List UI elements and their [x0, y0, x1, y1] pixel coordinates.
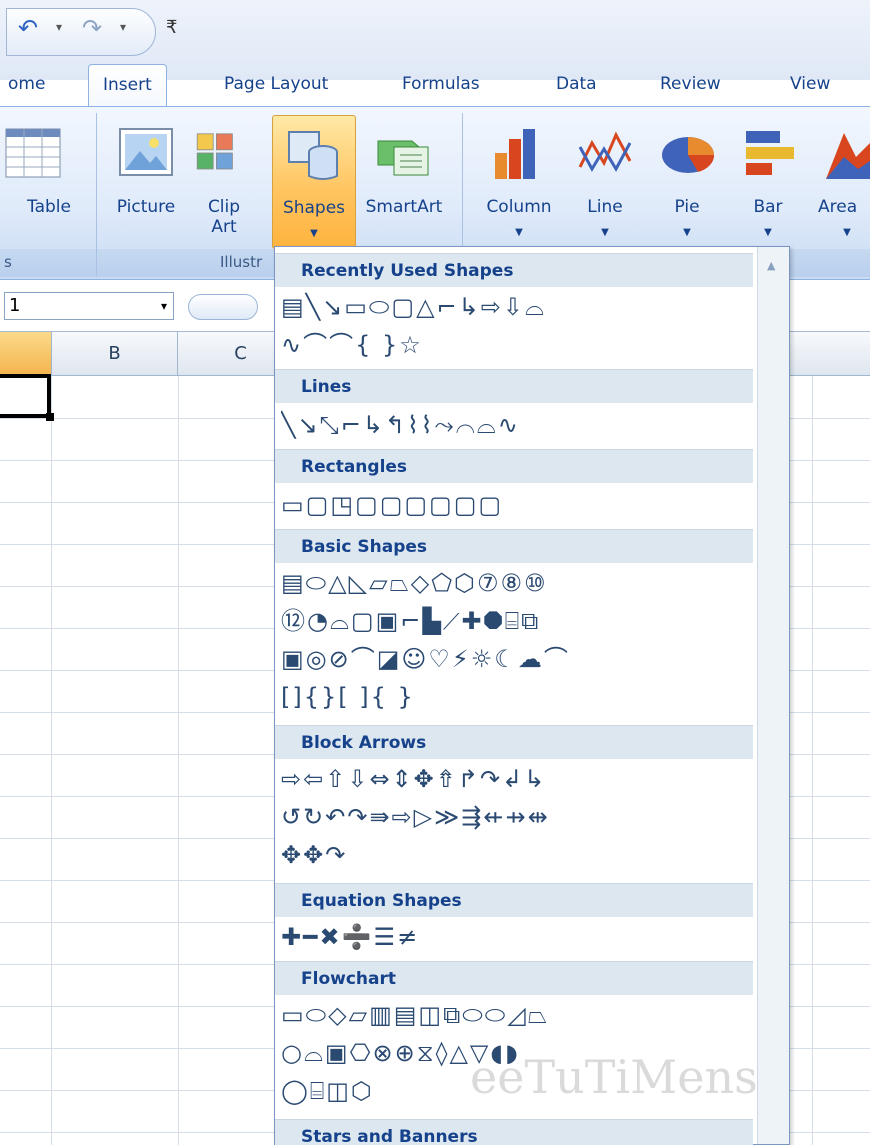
grid-line: [178, 376, 179, 1145]
section-block-arrows: Block Arrows: [275, 725, 753, 759]
shapes-gallery: ▲ Recently Used Shapes ▤╲↘▭⬭▢△⌐↳⇨⇩⌓ ∿⌒⌒{…: [274, 246, 790, 1145]
tab-page-layout[interactable]: Page Layout: [224, 64, 328, 108]
section-lines: Lines: [275, 369, 753, 403]
table-button[interactable]: Table: [5, 115, 92, 247]
shape-row[interactable]: ▤╲↘▭⬭▢△⌐↳⇨⇩⌓: [281, 289, 751, 325]
pie-dropdown-arrow: ▼: [683, 227, 691, 238]
shape-row[interactable]: ↺↻↶↷⇛⇨▷≫⇶⇷⇸⇹: [281, 799, 751, 835]
pie-chart-icon: [662, 137, 715, 173]
area-chart-icon: [826, 133, 870, 179]
undo-icon[interactable]: ↶: [18, 14, 38, 42]
bar-chart-button[interactable]: Bar ▼: [730, 115, 806, 247]
pie-label: Pie: [674, 197, 700, 217]
shapes-label: Shapes: [282, 198, 346, 218]
table-icon: [5, 128, 61, 178]
column-label: Column: [486, 197, 552, 217]
picture-icon: [119, 128, 173, 176]
pie-chart-button[interactable]: Pie ▼: [648, 115, 726, 247]
area-dropdown-arrow: ▼: [843, 227, 851, 238]
line-label: Line: [587, 197, 623, 217]
line-chart-icon: [578, 131, 632, 173]
shape-row[interactable]: ⑫◔⌓▢▣⌐▙⟋✚⯃⌸⧉: [281, 603, 751, 639]
column-header-a[interactable]: [0, 332, 52, 376]
name-box-dropdown-icon[interactable]: ▾: [161, 293, 167, 319]
shape-row[interactable]: ╲↘⤡⌐↳↰⌇⌇⤳⌒⌓∿: [281, 407, 751, 443]
shape-row[interactable]: ▣◎⊘⌒◪☺♡⚡☼☾☁⌒: [281, 641, 751, 677]
watermark: eeTuTiMens: [470, 1050, 758, 1104]
section-equation-shapes: Equation Shapes: [275, 883, 753, 917]
gallery-scrollbar[interactable]: ▲: [757, 247, 789, 1144]
shape-row[interactable]: ✚━✖➗☰≠: [281, 919, 751, 955]
tab-home[interactable]: ome: [8, 64, 45, 108]
area-chart-button[interactable]: Area ▼: [812, 115, 870, 247]
shapes-icon: [288, 131, 338, 180]
bar-chart-icon: [746, 131, 794, 175]
grid-line: [812, 376, 813, 1145]
scroll-up-icon[interactable]: ▲: [767, 259, 775, 272]
section-basic-shapes: Basic Shapes: [275, 529, 753, 563]
grid-line: [51, 376, 52, 1145]
tab-review[interactable]: Review: [660, 64, 721, 108]
group-label-illustrations: Illustr: [220, 253, 263, 271]
section-stars-and-banners: Stars and Banners: [275, 1119, 753, 1145]
customize-toolbar-icon[interactable]: ₹: [166, 14, 177, 42]
bar-dropdown-arrow: ▼: [764, 227, 772, 238]
tab-insert[interactable]: Insert: [88, 64, 167, 110]
ribbon-tabs: ome Insert Page Layout Formulas Data Rev…: [0, 64, 870, 110]
group-separator: [96, 113, 97, 277]
shape-row[interactable]: ∿⌒⌒{ }☆: [281, 327, 751, 363]
undo-dropdown-icon[interactable]: ▾: [56, 20, 62, 34]
shape-row[interactable]: ▭▢◳▢▢▢▢▢▢: [281, 487, 751, 523]
tab-data[interactable]: Data: [556, 64, 597, 108]
shape-row[interactable]: []{}[ ]{ }: [281, 679, 751, 715]
table-label: Table: [27, 197, 71, 217]
shapes-button[interactable]: Shapes ▼: [272, 115, 356, 249]
name-box-value: 1: [9, 295, 21, 316]
fill-handle[interactable]: [46, 413, 54, 421]
section-rectangles: Rectangles: [275, 449, 753, 483]
column-header-b[interactable]: B: [52, 332, 178, 376]
bar-label: Bar: [753, 197, 783, 217]
line-dropdown-arrow: ▼: [601, 227, 609, 238]
shape-row[interactable]: ⇨⇦⇧⇩⇔⇕✥⇮↱↷↲↳: [281, 761, 751, 797]
column-chart-icon: [495, 129, 535, 179]
column-dropdown-arrow: ▼: [515, 227, 523, 238]
clip-art-label: Clip Art: [207, 197, 241, 237]
shape-row[interactable]: ▤⬭△◺▱⏢◇⬠⬡⑦⑧⑩: [281, 565, 751, 601]
section-flowchart: Flowchart: [275, 961, 753, 995]
active-cell[interactable]: [0, 374, 54, 421]
picture-label: Picture: [116, 197, 176, 217]
shape-row[interactable]: ✥✥↷: [281, 837, 751, 873]
smartart-label: SmartArt: [365, 197, 443, 217]
shapes-dropdown-arrow: ▼: [310, 228, 318, 239]
section-recently-used: Recently Used Shapes: [275, 253, 753, 287]
clip-art-button[interactable]: Clip Art: [188, 115, 260, 247]
area-label: Area: [818, 197, 858, 217]
line-chart-button[interactable]: Line ▼: [566, 115, 644, 247]
redo-dropdown-icon[interactable]: ▾: [120, 20, 126, 34]
tab-formulas[interactable]: Formulas: [402, 64, 480, 108]
group-label-tables: s: [4, 253, 12, 271]
column-chart-button[interactable]: Column ▼: [476, 115, 562, 247]
name-box[interactable]: 1 ▾: [4, 292, 174, 320]
redo-icon[interactable]: ↷: [82, 14, 102, 42]
tab-view[interactable]: View: [790, 64, 830, 108]
formula-bar-controls[interactable]: [188, 294, 258, 320]
picture-button[interactable]: Picture: [106, 115, 186, 247]
clip-art-icon: [196, 133, 233, 170]
smartart-icon: [377, 140, 429, 176]
smartart-button[interactable]: SmartArt: [358, 115, 450, 247]
excel-window: ↶ ▾ ↷ ▾ ₹ ome Insert Page Layout Formula…: [0, 0, 870, 1145]
shape-row[interactable]: ▭⬭◇▱▥▤◫⧉⬭⬭◿⏢: [281, 997, 751, 1033]
